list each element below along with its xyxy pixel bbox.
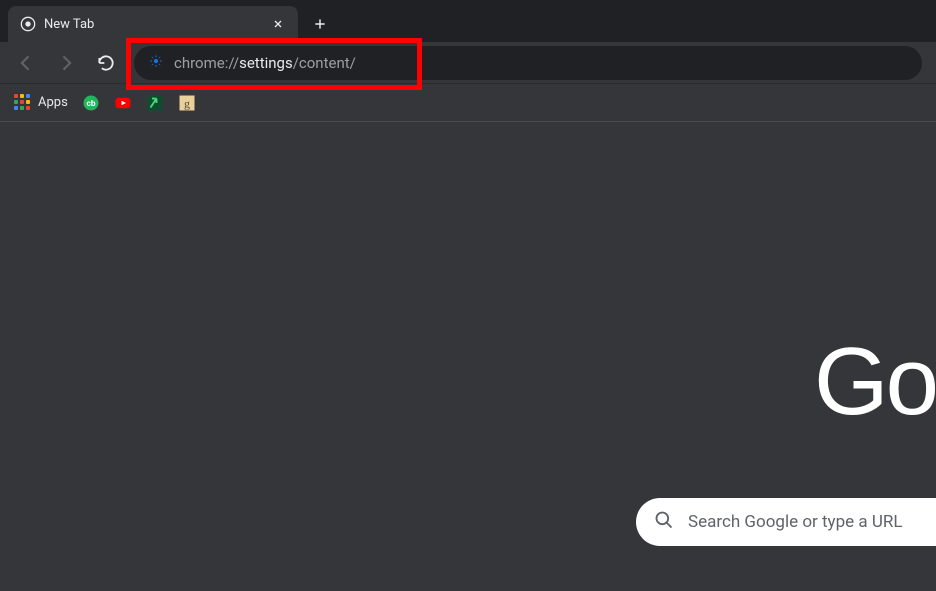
bookmark-cb[interactable]: cb bbox=[82, 94, 100, 112]
bookmark-youtube[interactable] bbox=[114, 94, 132, 112]
url-text: chrome://settings/content/ bbox=[174, 54, 356, 72]
settings-gear-icon bbox=[148, 53, 164, 73]
bookmark-goodreads[interactable]: g bbox=[178, 94, 196, 112]
bookmark-green[interactable] bbox=[146, 94, 164, 112]
youtube-icon bbox=[114, 94, 132, 112]
search-box[interactable]: Search Google or type a URL bbox=[636, 498, 936, 546]
google-logo: Go bbox=[814, 327, 936, 437]
reload-button[interactable] bbox=[88, 45, 124, 81]
svg-text:cb: cb bbox=[86, 99, 95, 109]
address-bar[interactable]: chrome://settings/content/ bbox=[134, 46, 922, 80]
close-tab-icon[interactable] bbox=[270, 16, 286, 32]
toolbar: chrome://settings/content/ bbox=[0, 42, 936, 84]
apps-bookmark[interactable]: Apps bbox=[14, 94, 68, 112]
apps-label: Apps bbox=[38, 95, 68, 110]
tab-title: New Tab bbox=[44, 17, 262, 32]
bookmark-icon-cb: cb bbox=[82, 94, 100, 112]
browser-tab[interactable]: New Tab bbox=[8, 6, 298, 42]
apps-grid-icon bbox=[14, 94, 32, 112]
search-icon bbox=[654, 510, 674, 534]
goodreads-icon: g bbox=[178, 94, 196, 112]
new-tab-content: Go Search Google or type a URL bbox=[0, 122, 936, 591]
forward-button[interactable] bbox=[48, 45, 84, 81]
bookmark-icon-green bbox=[146, 94, 164, 112]
search-placeholder: Search Google or type a URL bbox=[688, 512, 903, 532]
back-button[interactable] bbox=[8, 45, 44, 81]
tab-strip: New Tab bbox=[0, 0, 936, 42]
bookmarks-bar: Apps cb g bbox=[0, 84, 936, 122]
svg-text:g: g bbox=[184, 96, 190, 110]
chrome-favicon-icon bbox=[20, 16, 36, 32]
new-tab-button[interactable] bbox=[306, 10, 334, 38]
